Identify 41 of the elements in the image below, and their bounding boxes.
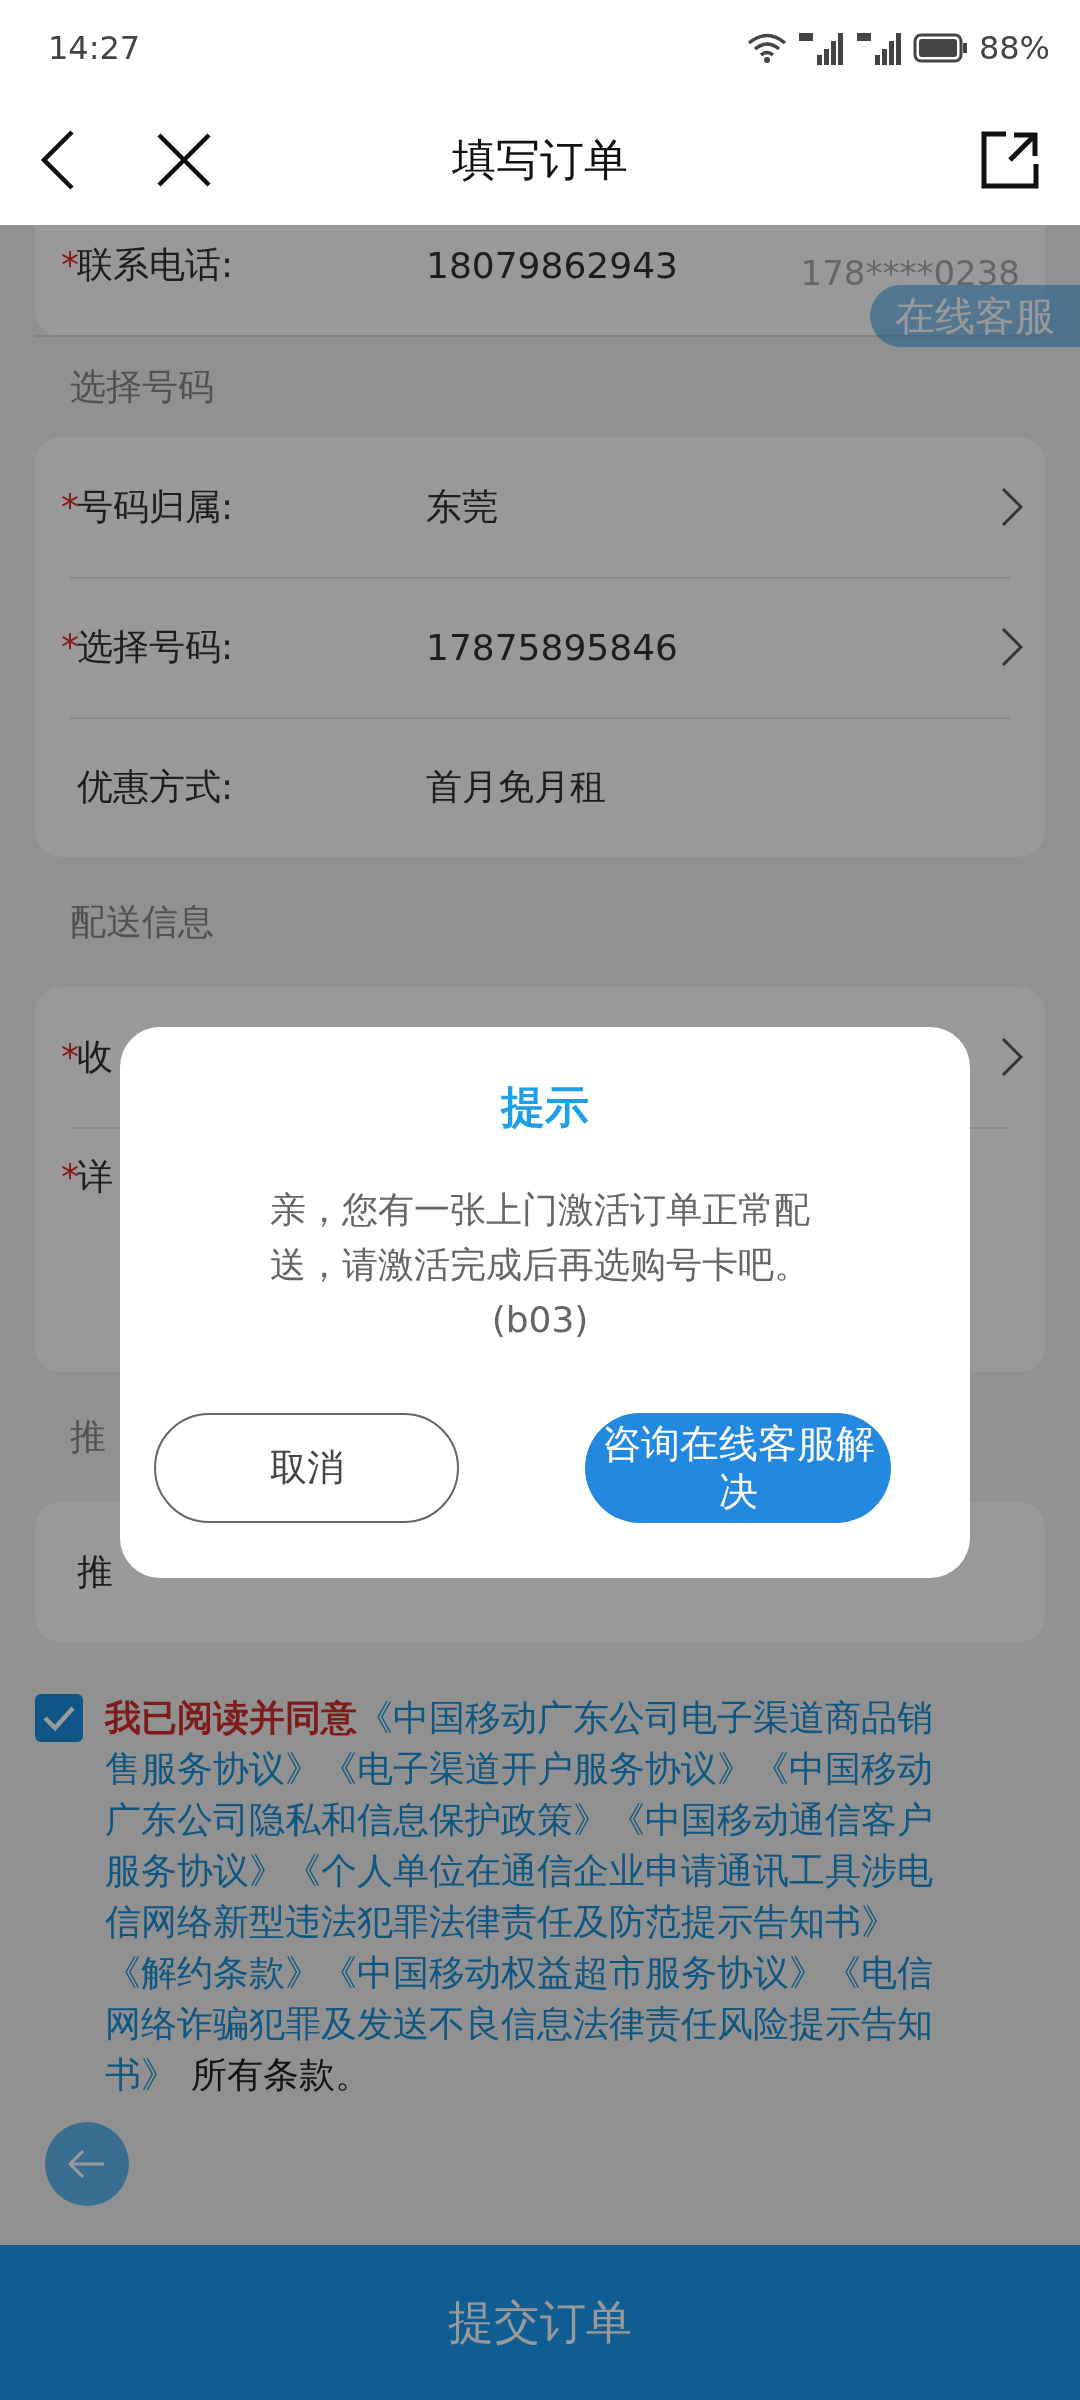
battery-percent: 88%	[978, 28, 1050, 67]
back-button[interactable]	[40, 129, 76, 191]
field-value: 东莞	[426, 484, 498, 529]
required-mark: *	[61, 625, 77, 667]
field-value: 首月免月租	[426, 764, 606, 809]
share-button[interactable]	[980, 130, 1040, 190]
chevron-right-icon	[1001, 1037, 1023, 1077]
field-label: 号码归属:	[77, 484, 235, 529]
chevron-right-icon	[1001, 487, 1023, 527]
submit-button[interactable]: 提交订单	[0, 2245, 1080, 2400]
cancel-button[interactable]: 取消	[154, 1413, 459, 1523]
field-label: 收	[77, 1034, 114, 1079]
dialog-message: 亲，您有一张上门激活订单正常配送，请激活完成后再选购号卡吧。(b03)	[269, 1188, 811, 1342]
page-title: 填写订单	[452, 132, 628, 187]
agree-checkbox[interactable]	[35, 1694, 83, 1742]
required-mark: *	[61, 243, 77, 285]
dialog-title: 提示	[501, 1080, 589, 1134]
battery-icon	[912, 32, 969, 63]
required-mark: *	[61, 1156, 77, 1197]
required-mark: *	[61, 485, 77, 527]
close-button[interactable]	[156, 132, 212, 188]
field-label: 选择号码:	[77, 624, 235, 669]
signal-icon	[854, 30, 903, 65]
arrow-left-icon	[67, 2148, 107, 2180]
field-label: 联系电话:	[77, 242, 235, 287]
chevron-right-icon	[1001, 627, 1023, 667]
field-label: 详	[77, 1155, 114, 1199]
section-title: 推	[70, 1414, 106, 1459]
signal-icon	[796, 30, 845, 65]
field-label: 优惠方式:	[77, 764, 235, 809]
field-value: 18079862943	[426, 244, 678, 286]
wifi-icon	[746, 31, 787, 64]
status-time: 14:27	[48, 28, 141, 67]
checkmark-icon	[42, 1704, 76, 1732]
section-title: 配送信息	[70, 899, 214, 944]
agreement-text: 我已阅读并同意《中国移动广东公司电子渠道商品销售服务协议》《电子渠道开户服务协议》《中国移动广东公司隐私和信息保护政策》《中国移动通信客户服务协议》《个人单位在通信企业申请通讯工具涉电信网络新型违法犯罪法律责任及防范提示告知书》 《解约条款》《中国移动权益超市服务协议》《电信网络诈骗犯罪及发送不良信息法律责任风险提示告知书》 所有条款。	[105, 1696, 934, 2097]
section-title: 选择号码	[70, 364, 214, 409]
field-value: 17875895846	[426, 626, 678, 668]
required-mark: *	[61, 1035, 77, 1077]
field-label: 推	[77, 1549, 114, 1594]
consult-service-button[interactable]: 咨询在线客服解决	[585, 1413, 891, 1523]
